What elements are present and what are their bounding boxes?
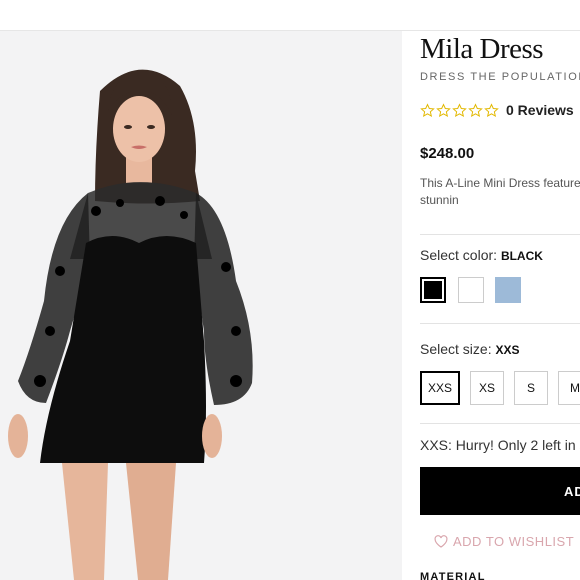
color-swatch-black[interactable] [420,277,446,303]
star-outline-icon [484,102,499,117]
stock-notice: XXS: Hurry! Only 2 left in s [420,437,580,453]
color-selector-label: Select color: BLACK [420,247,543,263]
size-option-xxs[interactable]: XXS [420,371,460,405]
top-header-bar [0,0,580,31]
add-to-bag-button[interactable]: AD [420,467,580,515]
material-section-heading[interactable]: MATERIAL [420,571,486,580]
size-option-m[interactable]: M [558,371,580,405]
color-label-text: Select color: [420,247,498,263]
color-swatch-white[interactable] [458,277,484,303]
brand-name[interactable]: DRESS THE POPULATION [420,71,580,83]
add-to-bag-label: AD [564,483,580,499]
color-swatch-blue[interactable] [495,277,521,303]
star-rating[interactable] [420,102,499,118]
product-description: This A-Line Mini Dress feature Sweethear… [420,176,580,207]
product-image[interactable] [0,31,402,580]
product-price: $248.00 [420,145,475,162]
heart-icon [434,535,448,548]
divider [420,234,580,235]
selected-color-value: BLACK [500,249,543,263]
star-outline-icon [468,102,483,117]
selected-size-value: XXS [495,343,520,357]
size-selector-label: Select size: XXS [420,341,520,357]
wishlist-label: ADD TO WISHLIST [453,534,575,549]
divider [420,323,580,324]
star-outline-icon [436,102,451,117]
star-outline-icon [420,102,435,117]
divider [420,423,580,424]
product-details-panel: Mila Dress DRESS THE POPULATION 0 Review… [420,31,580,580]
size-label-text: Select size: [420,341,492,357]
model-illustration [8,69,253,580]
reviews-summary[interactable]: 0 Reviews [420,101,574,119]
reviews-count-link[interactable]: 0 Reviews [506,102,574,118]
add-to-wishlist-link[interactable]: ADD TO WISHLIST [434,534,574,549]
size-option-s[interactable]: S [514,371,548,405]
size-option-xs[interactable]: XS [470,371,504,405]
star-outline-icon [452,102,467,117]
swatch-fill [424,281,442,299]
product-title: Mila Dress [420,33,544,65]
